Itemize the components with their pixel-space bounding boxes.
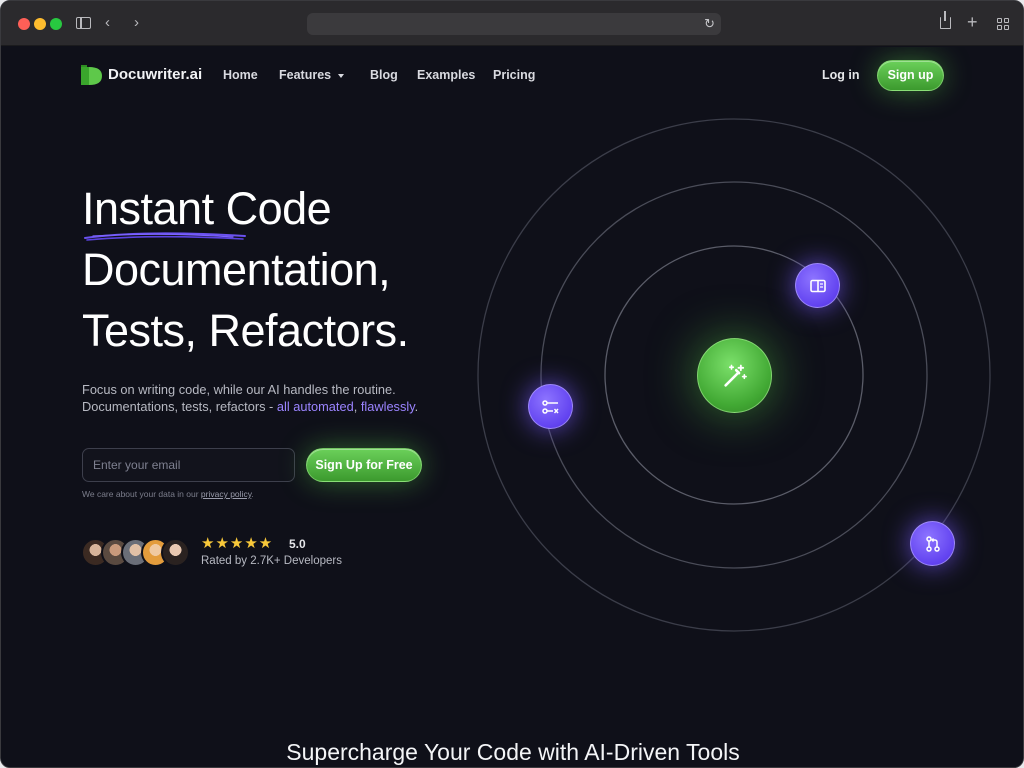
browser-toolbar: ‹ › ↻ + (1, 1, 1023, 46)
hero-subtitle-line2: Documentations, tests, refactors - all a… (82, 399, 418, 414)
chevron-down-icon (338, 73, 345, 78)
privacy-policy-link[interactable]: privacy policy (201, 489, 251, 499)
email-input[interactable] (82, 448, 295, 482)
nav-examples[interactable]: Examples (417, 68, 475, 82)
headline-code: Code (225, 183, 332, 234)
nav-home[interactable]: Home (223, 68, 258, 82)
subtitle-separator: , (353, 399, 361, 414)
rated-by-text: Rated by 2.7K+ Developers (201, 555, 342, 567)
hero-headline-line2: Documentation, (82, 244, 391, 295)
headline-underline-scribble (84, 232, 246, 241)
rating-stars-icon: ★★★★★ (201, 535, 274, 552)
section-title: Supercharge Your Code with AI-Driven Too… (286, 739, 740, 765)
nav-features[interactable]: Features (279, 68, 345, 82)
sidebar-toggle-icon[interactable] (76, 17, 91, 29)
share-icon[interactable] (940, 11, 951, 29)
rating-value: 5.0 (289, 537, 306, 551)
subtitle-prefix: Documentations, tests, refactors - (82, 399, 277, 414)
tab-overview-icon[interactable] (997, 18, 1009, 30)
avatar (161, 538, 190, 567)
nav-blog[interactable]: Blog (370, 68, 398, 82)
signup-free-button[interactable]: Sign Up for Free (306, 448, 422, 482)
privacy-prefix: We care about your data in our (82, 489, 201, 499)
landing-page: Docuwriter.ai Home Features Blog Example… (1, 47, 1023, 767)
docuwriter-logo-icon (81, 65, 102, 85)
git-compare-icon (541, 399, 559, 414)
new-tab-icon[interactable]: + (967, 12, 978, 32)
brand-name[interactable]: Docuwriter.ai (108, 66, 202, 83)
git-pull-request-icon (925, 535, 940, 552)
subtitle-accent-automated: all automated (276, 399, 354, 414)
browser-window: ‹ › ↻ + Docuwriter.ai Home Features Blog… (0, 0, 1024, 768)
maximize-window-button[interactable] (50, 18, 62, 30)
hero-headline-line1: Instant Code (82, 183, 332, 235)
back-icon[interactable]: ‹ (105, 13, 110, 33)
tests-bubble (528, 384, 573, 429)
subtitle-accent-flawlessly: flawlessly (360, 399, 415, 414)
headline-instant: Instant (82, 183, 214, 234)
privacy-suffix: . (251, 489, 254, 499)
login-link[interactable]: Log in (822, 68, 860, 82)
book-icon (809, 279, 826, 292)
developer-avatars (81, 538, 191, 568)
magic-wand-icon (723, 364, 747, 387)
nav-features-label: Features (279, 68, 332, 82)
subtitle-suffix: . (414, 399, 419, 414)
docs-bubble (795, 263, 840, 308)
address-bar[interactable]: ↻ (307, 13, 721, 35)
refactor-bubble (910, 521, 955, 566)
hero-subtitle-line1: Focus on writing code, while our AI hand… (82, 382, 396, 397)
ai-magic-bubble (697, 338, 772, 413)
privacy-note: We care about your data in our privacy p… (82, 489, 254, 499)
signup-button[interactable]: Sign up (877, 60, 944, 91)
nav-pricing[interactable]: Pricing (493, 68, 535, 82)
close-window-button[interactable] (18, 18, 30, 30)
forward-icon[interactable]: › (134, 13, 139, 33)
hero-headline-line3: Tests, Refactors. (82, 305, 409, 356)
minimize-window-button[interactable] (34, 18, 46, 30)
reload-icon[interactable]: ↻ (704, 14, 715, 34)
